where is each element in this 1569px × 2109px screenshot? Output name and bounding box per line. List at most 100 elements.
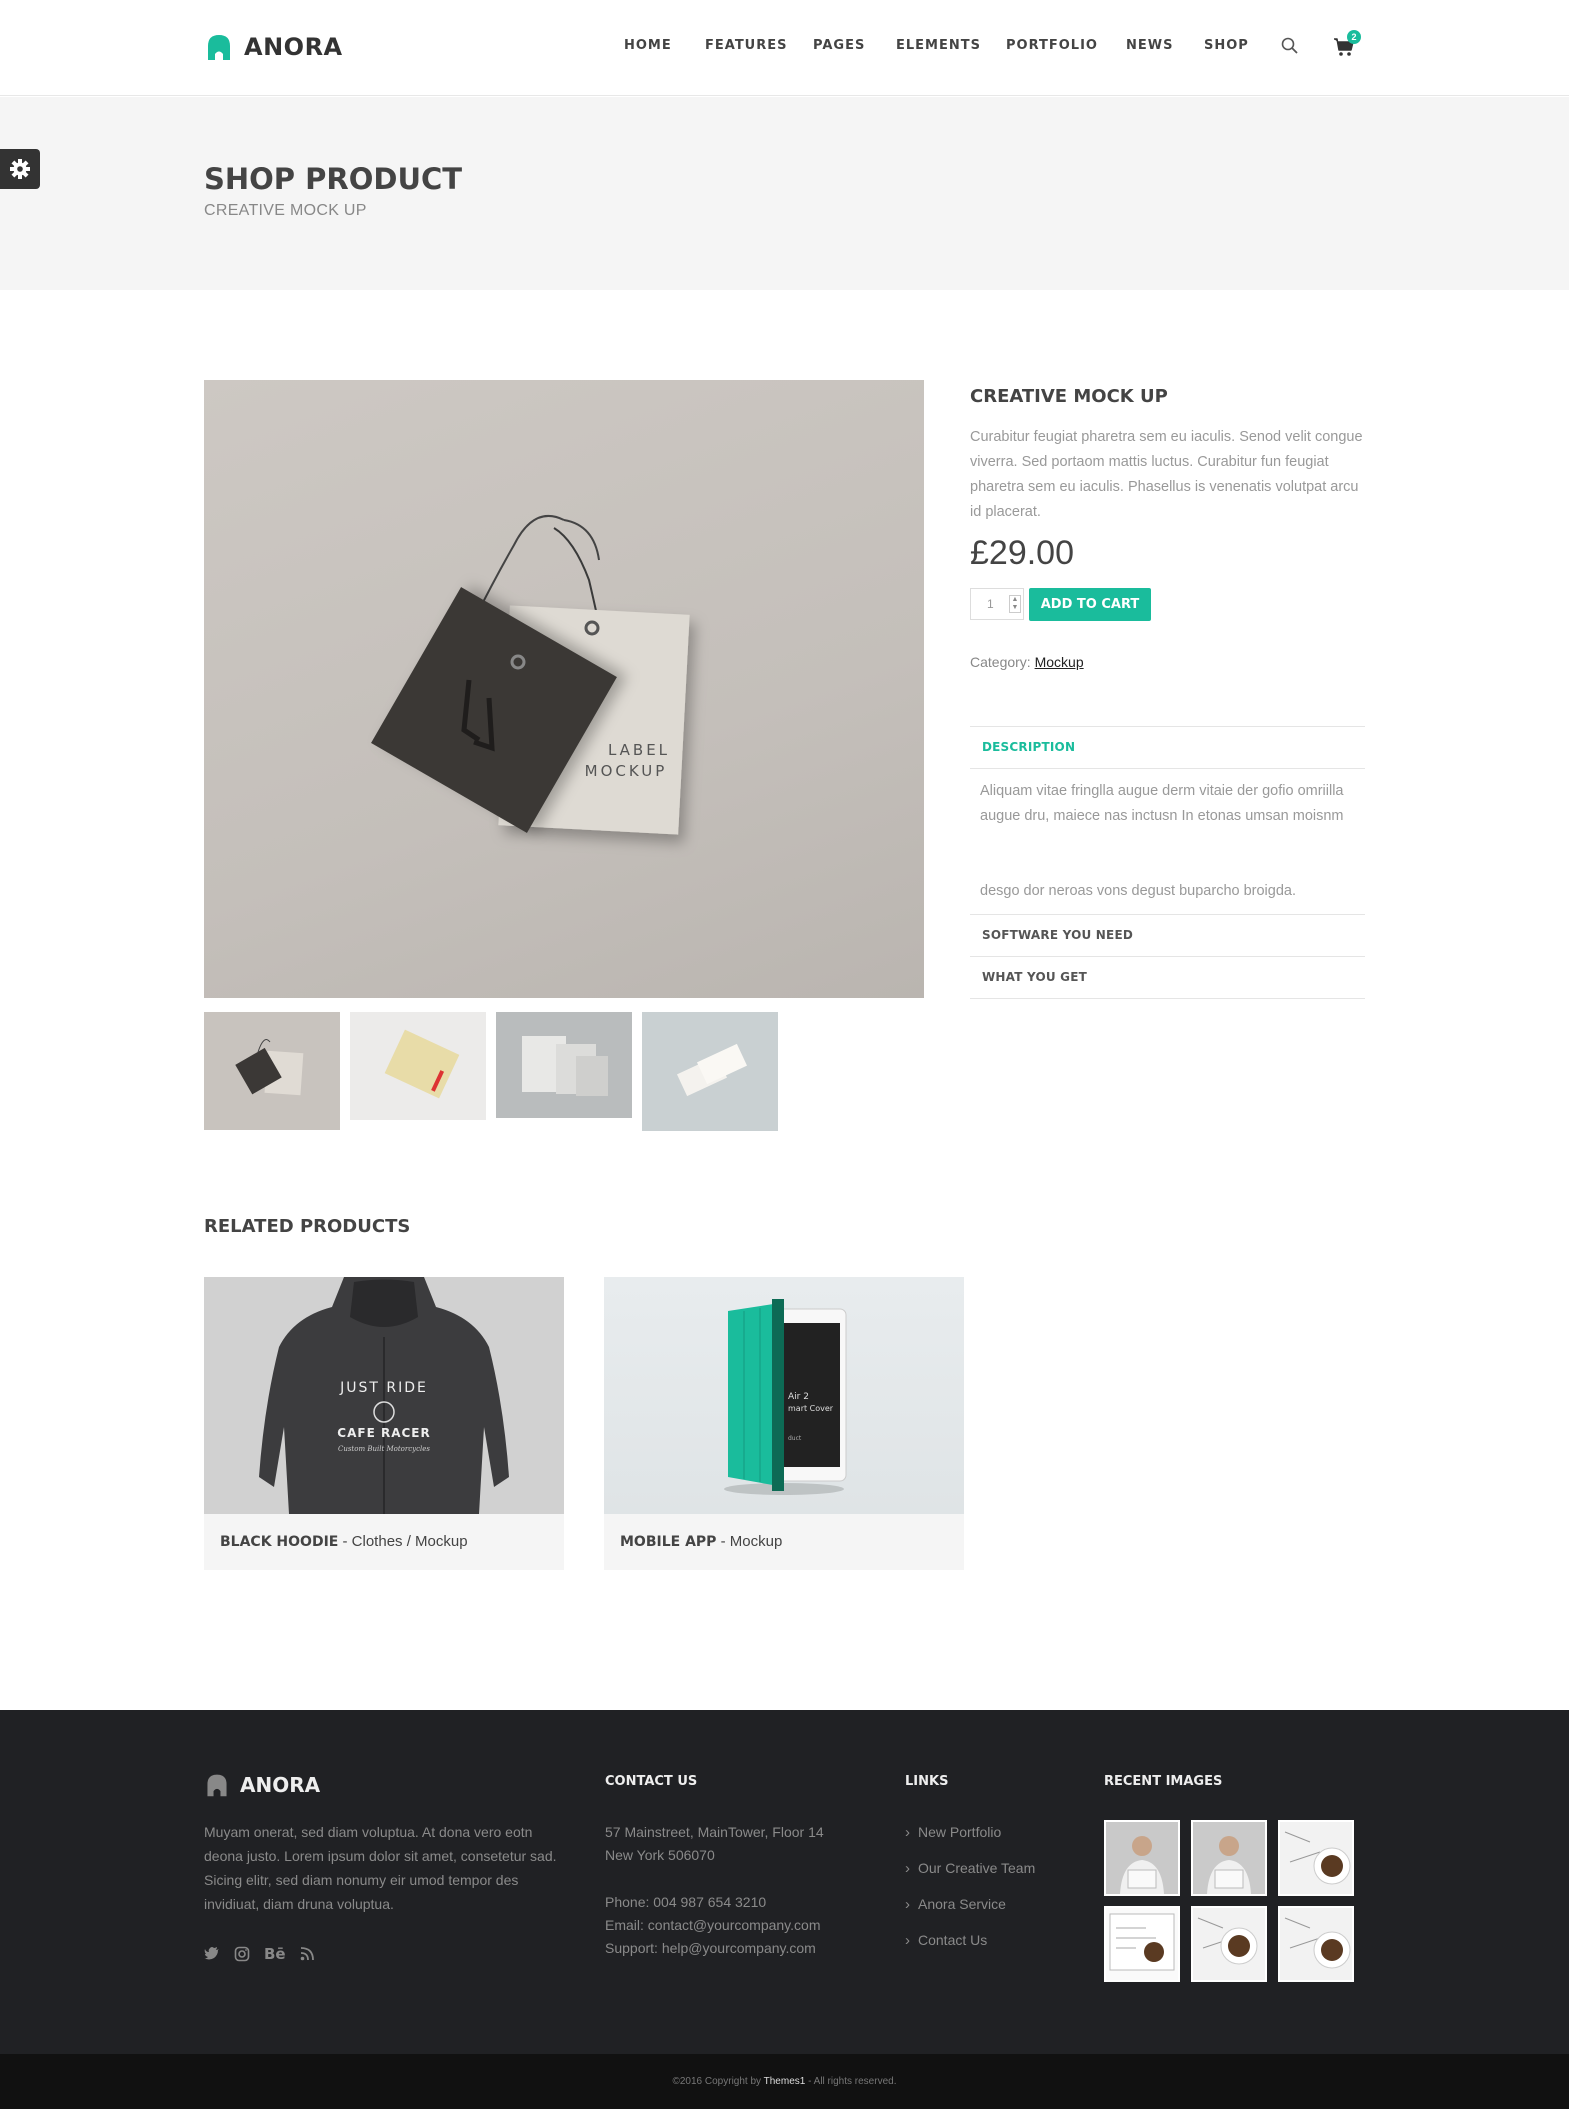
thumbnail-3[interactable] [496, 1012, 632, 1118]
mockup-label-line1: LABEL [608, 741, 670, 759]
related-products-title: RELATED PRODUCTS [204, 1216, 411, 1237]
footer-link-anora-service[interactable]: Anora Service [905, 1896, 1006, 1913]
footer-recent-images-title: RECENT IMAGES [1104, 1774, 1223, 1789]
recent-image[interactable] [1278, 1820, 1354, 1896]
tablet-screen-line1: Air 2 [788, 1392, 809, 1402]
site-header: ANORA HOME FEATURES PAGES ELEMENTS PORTF… [0, 0, 1569, 96]
footer-email[interactable]: Email: contact@yourcompany.com [605, 1914, 820, 1937]
tab-description-label[interactable]: DESCRIPTION [970, 727, 1365, 768]
tablet-screen-line3: duct [788, 1435, 802, 1442]
tablet-screen-line2: mart Cover [788, 1404, 834, 1413]
footer-social-links: Bē [204, 1945, 314, 1963]
recent-image-thumb [1120, 1836, 1164, 1894]
description-paragraph-1: Aliquam vitae fringlla augue derm vitaie… [980, 783, 1344, 824]
nav-pages[interactable]: PAGES [813, 38, 865, 53]
recent-image[interactable] [1104, 1906, 1180, 1982]
hoodie-print-line2: CAFE RACER [337, 1426, 430, 1440]
copyright-company[interactable]: Themes1 [764, 2076, 806, 2087]
footer-link-creative-team[interactable]: Our Creative Team [905, 1860, 1035, 1877]
copyright-bar: ©2016 Copyright by Themes1 - All rights … [0, 2054, 1569, 2109]
nav-news[interactable]: NEWS [1126, 38, 1173, 53]
tab-software[interactable]: SOFTWARE YOU NEED [970, 914, 1365, 956]
hoodie-print-line1: JUST RIDE [339, 1380, 428, 1396]
footer-about-text: Muyam onerat, sed diam voluptua. At dona… [204, 1824, 557, 1912]
thumbnail-image [384, 1029, 460, 1099]
footer-logo[interactable]: ANORA [204, 1772, 320, 1798]
footer-address-2: New York 506070 [605, 1847, 715, 1863]
footer-link-contact-us[interactable]: Contact Us [905, 1932, 987, 1949]
category-link[interactable]: Mockup [1035, 654, 1084, 670]
cart-count-badge: 2 [1347, 30, 1361, 44]
footer-contact-title: CONTACT US [605, 1774, 698, 1789]
product-name: CREATIVE MOCK UP [970, 386, 1168, 407]
tab-software-label[interactable]: SOFTWARE YOU NEED [970, 915, 1365, 956]
recent-image[interactable] [1278, 1906, 1354, 1982]
tab-what-you-get-label[interactable]: WHAT YOU GET [970, 957, 1365, 998]
mockup-label-line2: MOCKUP [585, 762, 668, 780]
related-product-card[interactable]: Air 2 mart Cover duct MOBILE APP - Mocku… [604, 1277, 964, 1570]
footer-link-new-portfolio[interactable]: New Portfolio [905, 1824, 1001, 1841]
hoodie-print-line3: Custom Built Motorcycles [338, 1445, 430, 1453]
recent-image[interactable] [1104, 1820, 1180, 1896]
nav-shop[interactable]: SHOP [1204, 38, 1249, 53]
nav-elements[interactable]: ELEMENTS [896, 38, 981, 53]
related-product-meta: - Clothes / Mockup [338, 1533, 468, 1550]
related-product-image[interactable]: Air 2 mart Cover duct [604, 1277, 964, 1514]
footer-logo-text: ANORA [240, 1773, 321, 1797]
add-to-cart-button[interactable]: ADD TO CART [1029, 588, 1151, 621]
page-title: SHOP PRODUCT [204, 162, 463, 196]
page-subtitle: CREATIVE MOCK UP [204, 202, 367, 219]
gear-icon [10, 159, 30, 179]
tab-what-you-get[interactable]: WHAT YOU GET [970, 956, 1365, 998]
related-product-image[interactable]: JUST RIDE CAFE RACER Custom Built Motorc… [204, 1277, 564, 1514]
description-paragraph-2: desgo dor neroas vons degust buparcho br… [980, 883, 1296, 899]
related-product-caption: MOBILE APP - Mockup [620, 1533, 782, 1550]
footer-phone: Phone: 004 987 654 3210 [605, 1894, 767, 1910]
footer-links-title: LINKS [905, 1774, 949, 1789]
related-product-name[interactable]: MOBILE APP [620, 1534, 716, 1550]
nav-features[interactable]: FEATURES [705, 38, 788, 53]
rss-icon[interactable] [300, 1947, 314, 1961]
logo-icon [207, 1774, 227, 1797]
thumbnail-image [235, 1039, 304, 1096]
behance-icon[interactable]: Bē [264, 1945, 286, 1963]
quantity-spinner[interactable]: ▲ ▼ [1009, 595, 1021, 613]
category-label: Category: [970, 654, 1031, 670]
thumbnail-4[interactable] [642, 1012, 778, 1131]
label-mockup-illustration: LABEL MOCKUP [371, 515, 690, 835]
recent-image[interactable] [1191, 1820, 1267, 1896]
product-category: Category: Mockup [970, 654, 1084, 670]
product-main-image[interactable]: LABEL MOCKUP [204, 380, 924, 998]
recent-image-thumb [1207, 1836, 1251, 1894]
search-icon[interactable] [1280, 36, 1300, 56]
footer-address-1: 57 Mainstreet, MainTower, Floor 14 [605, 1824, 824, 1840]
tab-bottom-border [970, 998, 1365, 999]
quantity-stepper[interactable]: 1 ▲ ▼ [970, 588, 1024, 620]
related-product-name[interactable]: BLACK HOODIE [220, 1534, 338, 1550]
style-switcher-toggle[interactable] [0, 149, 40, 189]
product-price: £29.00 [970, 534, 1074, 572]
related-product-caption: BLACK HOODIE - Clothes / Mockup [220, 1533, 468, 1550]
quantity-value: 1 [987, 597, 994, 611]
related-product-card[interactable]: JUST RIDE CAFE RACER Custom Built Motorc… [204, 1277, 564, 1570]
copyright-prefix: ©2016 Copyright by [672, 2076, 764, 2087]
recent-image-thumb [1284, 1917, 1351, 1969]
product-description: Curabitur feugiat pharetra sem eu iaculi… [970, 429, 1363, 520]
twitter-icon[interactable] [204, 1947, 220, 1961]
thumbnail-image [522, 1036, 608, 1096]
tablet-illustration: Air 2 mart Cover duct [724, 1299, 847, 1495]
hoodie-illustration: JUST RIDE CAFE RACER Custom Built Motorc… [259, 1277, 509, 1514]
footer-support[interactable]: Support: help@yourcompany.com [605, 1937, 816, 1960]
nav-home[interactable]: HOME [624, 38, 672, 53]
recent-image[interactable] [1191, 1906, 1267, 1982]
tab-divider [970, 768, 1365, 769]
related-product-meta: - Mockup [716, 1533, 783, 1550]
recent-image-thumb [1197, 1917, 1258, 1965]
thumbnail-image [676, 1043, 748, 1097]
nav-portfolio[interactable]: PORTFOLIO [1006, 38, 1098, 53]
thumbnail-1[interactable] [204, 1012, 340, 1130]
thumbnail-2[interactable] [350, 1012, 486, 1120]
instagram-icon[interactable] [234, 1946, 250, 1962]
recent-image-thumb [1109, 1913, 1175, 1971]
tab-description[interactable]: DESCRIPTION [970, 726, 1365, 768]
